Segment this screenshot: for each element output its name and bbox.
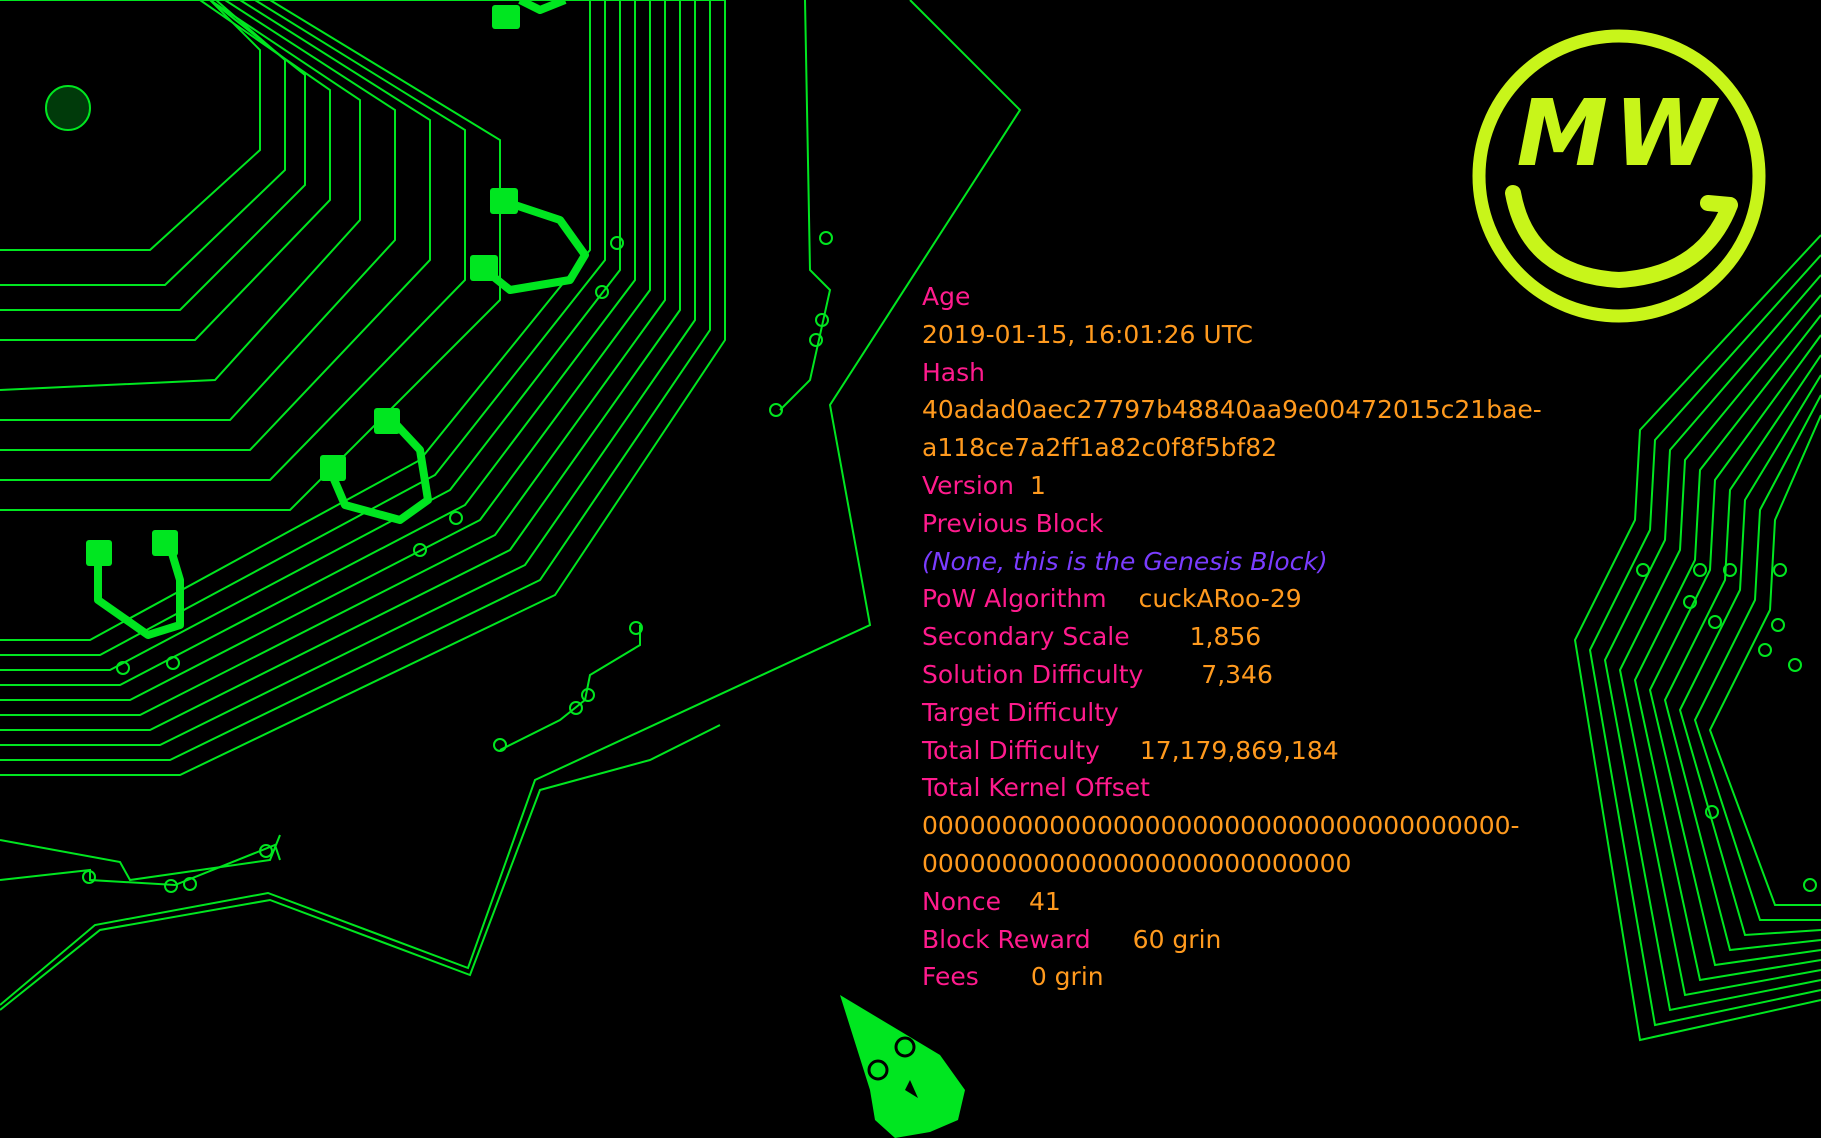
block-reward-value: 60 grin [1132,924,1222,954]
secondary-scale-label: Secondary Scale [922,622,1130,652]
nonce-label: Nonce [922,886,1001,916]
block-details: Age 2019-01-15, 16:01:26 UTC Hash 40adad… [922,278,1562,996]
solution-difficulty-value: 7,346 [1201,659,1273,689]
hash-label: Hash [922,357,985,387]
hash-value-line1: 40adad0aec27797b48840aa9e00472015c21bae- [922,395,1542,425]
pow-algorithm-label: PoW Algorithm [922,584,1107,614]
octagon-traces-right [1573,234,1821,1042]
previous-block-value: (None, this is the Genesis Block) [922,546,1328,576]
version-value: 1 [1029,470,1046,500]
fees-label: Fees [922,962,979,992]
pow-algorithm-value: cuckARoo-29 [1138,584,1302,614]
total-kernel-offset-line2: 000000000000000000000000000 [922,848,1352,878]
version-label: Version [922,470,1014,500]
octagon-traces-left [0,0,1022,1011]
block-reward-label: Block Reward [922,924,1091,954]
age-value: 2019-01-15, 16:01:26 UTC [922,319,1253,349]
total-difficulty-value: 17,179,869,184 [1139,735,1339,765]
total-difficulty-label: Total Difficulty [922,735,1100,765]
fees-value: 0 grin [1030,962,1104,992]
previous-block-label: Previous Block [922,508,1104,538]
green-critter-shape [840,995,965,1138]
hash-value-line2: a118ce7a2ff1a82c0f8f5bf82 [922,433,1278,463]
total-kernel-offset-line1: 0000000000000000000000000000000000000- [922,811,1520,841]
nonce-value: 41 [1028,886,1061,916]
solution-difficulty-label: Solution Difficulty [922,659,1144,689]
total-kernel-offset-label: Total Kernel Offset [922,773,1150,803]
age-label: Age [922,282,971,311]
logo-text: MW [1516,80,1721,187]
circuit-pads-right [1636,563,1817,892]
target-difficulty-label: Target Difficulty [922,697,1119,727]
circuit-pads-left [45,85,833,893]
secondary-scale-value: 1,856 [1189,622,1262,652]
